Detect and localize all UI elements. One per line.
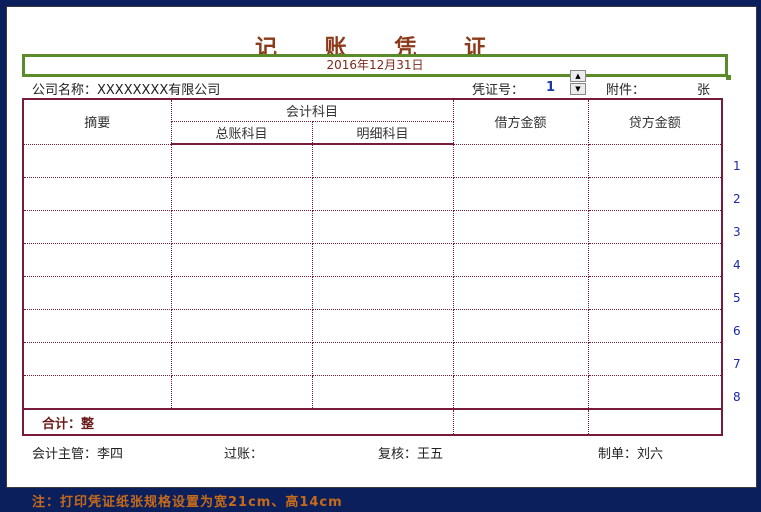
detail-account-cell[interactable] xyxy=(311,177,454,211)
summary-cell[interactable] xyxy=(22,342,172,376)
row-number: 3 xyxy=(733,225,741,239)
summary-cell[interactable] xyxy=(22,143,172,178)
credit-cell[interactable] xyxy=(587,243,723,277)
spin-up-icon[interactable]: ▲ xyxy=(570,70,586,82)
voucher-table: 摘要 会计科目 借方金额 贷方金额 总账科目 明细科目 合计：整 xyxy=(22,98,724,436)
supervisor-signature: 会计主管：李四 xyxy=(32,447,124,462)
credit-cell[interactable] xyxy=(587,143,723,178)
debit-cell[interactable] xyxy=(452,243,589,277)
attachment-label: 附件： xyxy=(606,83,646,98)
general-account-cell[interactable] xyxy=(170,210,313,244)
debit-cell[interactable] xyxy=(452,143,589,178)
credit-cell[interactable] xyxy=(587,177,723,211)
review-signature: 复核：王五 xyxy=(378,447,444,462)
detail-account-cell[interactable] xyxy=(311,210,454,244)
detail-account-cell[interactable] xyxy=(311,143,454,178)
row-number: 4 xyxy=(733,258,741,272)
general-account-cell[interactable] xyxy=(170,276,313,310)
date-value: 2016年12月31日 xyxy=(326,58,424,72)
table-row xyxy=(22,309,723,343)
table-row xyxy=(22,276,723,310)
debit-cell[interactable] xyxy=(452,276,589,310)
selection-handle[interactable] xyxy=(726,75,731,80)
total-label: 合计：整 xyxy=(22,408,454,436)
posting-signature: 过账： xyxy=(224,447,264,462)
table-row xyxy=(22,375,723,410)
attachment-unit: 张 xyxy=(697,83,711,98)
summary-cell[interactable] xyxy=(22,309,172,343)
detail-account-cell[interactable] xyxy=(311,309,454,343)
row-number: 6 xyxy=(733,324,741,338)
credit-cell[interactable] xyxy=(587,375,723,410)
header-summary: 摘要 xyxy=(22,98,172,145)
row-number: 7 xyxy=(733,357,741,371)
general-account-cell[interactable] xyxy=(170,243,313,277)
header-account: 会计科目 xyxy=(170,98,454,122)
summary-cell[interactable] xyxy=(22,177,172,211)
summary-cell[interactable] xyxy=(22,210,172,244)
header-credit: 贷方金额 xyxy=(587,98,723,145)
general-account-cell[interactable] xyxy=(170,143,313,178)
row-number: 5 xyxy=(733,291,741,305)
debit-cell[interactable] xyxy=(452,210,589,244)
table-row xyxy=(22,210,723,244)
header-detail-account: 明细科目 xyxy=(311,121,454,145)
debit-cell[interactable] xyxy=(452,342,589,376)
summary-cell[interactable] xyxy=(22,243,172,277)
voucher-no-spinner[interactable]: ▲ ▼ xyxy=(570,70,586,95)
voucher-no-label: 凭证号： xyxy=(472,83,525,98)
general-account-cell[interactable] xyxy=(170,177,313,211)
header-general-account: 总账科目 xyxy=(170,121,313,145)
summary-cell[interactable] xyxy=(22,276,172,310)
voucher-no-value[interactable]: 1 xyxy=(546,80,555,95)
detail-account-cell[interactable] xyxy=(311,375,454,410)
spin-down-icon[interactable]: ▼ xyxy=(570,83,586,95)
date-field[interactable]: 2016年12月31日 xyxy=(22,54,731,80)
credit-cell[interactable] xyxy=(587,309,723,343)
print-note: 注：打印凭证纸张规格设置为宽21cm、高14cm xyxy=(32,495,343,510)
table-row xyxy=(22,177,723,211)
total-credit-cell[interactable] xyxy=(587,408,723,436)
table-row xyxy=(22,342,723,376)
detail-account-cell[interactable] xyxy=(311,342,454,376)
debit-cell[interactable] xyxy=(452,309,589,343)
debit-cell[interactable] xyxy=(452,375,589,410)
detail-account-cell[interactable] xyxy=(311,276,454,310)
table-row xyxy=(22,243,723,277)
total-debit-cell[interactable] xyxy=(452,408,589,436)
table-row xyxy=(22,143,723,178)
row-number: 2 xyxy=(733,192,741,206)
credit-cell[interactable] xyxy=(587,276,723,310)
general-account-cell[interactable] xyxy=(170,375,313,410)
total-row: 合计：整 xyxy=(22,408,723,436)
company-name: 公司名称：XXXXXXXX有限公司 xyxy=(32,83,221,98)
preparer-signature: 制单：刘六 xyxy=(598,447,664,462)
row-number: 8 xyxy=(733,390,741,404)
general-account-cell[interactable] xyxy=(170,342,313,376)
general-account-cell[interactable] xyxy=(170,309,313,343)
row-number: 1 xyxy=(733,159,741,173)
debit-cell[interactable] xyxy=(452,177,589,211)
credit-cell[interactable] xyxy=(587,342,723,376)
header-debit: 借方金额 xyxy=(452,98,589,145)
detail-account-cell[interactable] xyxy=(311,243,454,277)
summary-cell[interactable] xyxy=(22,375,172,410)
credit-cell[interactable] xyxy=(587,210,723,244)
